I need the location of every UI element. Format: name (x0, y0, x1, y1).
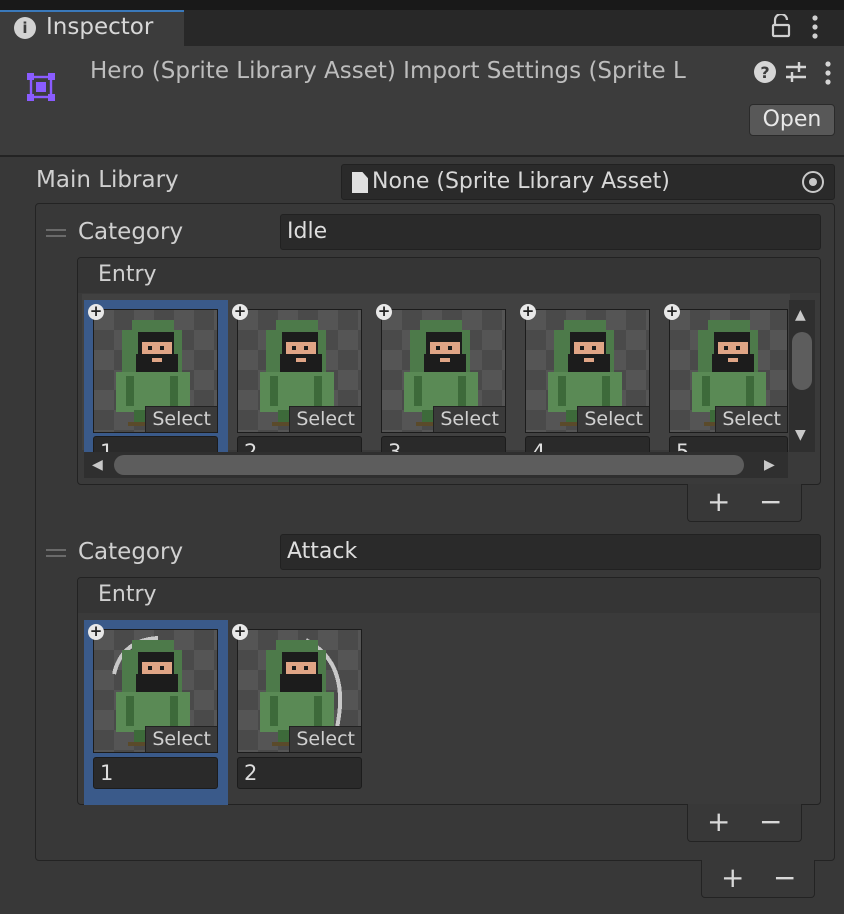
entry-header: Entry (78, 578, 820, 613)
category-label: Category (78, 539, 184, 565)
add-entry-button[interactable]: + (707, 808, 730, 836)
main-library-value: None (Sprite Library Asset) (372, 169, 670, 194)
category-label: Category (78, 219, 184, 245)
select-button[interactable]: Select (433, 406, 505, 432)
entry-header: Entry (78, 258, 820, 293)
entry-name-field[interactable]: 1 (93, 757, 218, 789)
scroll-right-arrow-icon[interactable]: ▶ (764, 457, 775, 473)
add-badge-icon[interactable]: + (232, 624, 248, 640)
entry-name-field[interactable]: 3 (381, 436, 506, 452)
entry-name-field[interactable]: 4 (525, 436, 650, 452)
tab-title: Inspector (46, 14, 154, 40)
header-menu-icon[interactable] (823, 60, 844, 86)
document-icon (352, 172, 368, 193)
entry-name-field[interactable]: 2 (237, 436, 362, 452)
select-button[interactable]: Select (577, 406, 649, 432)
entry-add-remove (687, 484, 802, 522)
category-name-field[interactable]: Attack (280, 534, 821, 570)
horizontal-scroll-thumb[interactable] (114, 455, 744, 475)
remove-entry-button[interactable]: − (759, 488, 782, 516)
sprite-thumbnail[interactable]: Select (93, 629, 218, 753)
select-button[interactable]: Select (715, 406, 787, 432)
select-button[interactable]: Select (145, 406, 217, 432)
info-icon: i (14, 17, 36, 39)
add-badge-icon[interactable]: + (232, 304, 248, 320)
entry-name-field[interactable]: 1 (93, 436, 218, 452)
main-library-label: Main Library (36, 167, 179, 193)
sprite-thumbnail[interactable]: Select (237, 309, 362, 433)
entry-name-field[interactable]: 2 (237, 757, 362, 789)
add-badge-icon[interactable]: + (88, 304, 104, 320)
lock-icon[interactable] (770, 12, 792, 43)
sprite-thumbnail[interactable]: Select (525, 309, 650, 433)
main-library-field[interactable]: None (Sprite Library Asset) (341, 164, 835, 200)
add-category-button[interactable]: + (721, 864, 744, 892)
add-badge-icon[interactable]: + (664, 304, 680, 320)
object-picker-icon[interactable] (802, 171, 824, 193)
remove-entry-button[interactable]: − (759, 808, 782, 836)
sprite-thumbnail[interactable]: Select (237, 629, 362, 753)
scroll-up-arrow-icon[interactable]: ▲ (795, 307, 806, 323)
entry-name-row: 1 2 3 4 5 (84, 436, 788, 452)
sprite-thumbnail[interactable]: Select (381, 309, 506, 433)
sprite-thumbnail[interactable]: Select (93, 309, 218, 433)
header-title: Hero (Sprite Library Asset) Import Setti… (90, 58, 686, 84)
select-button[interactable]: Select (289, 726, 361, 752)
add-badge-icon[interactable]: + (88, 624, 104, 640)
drag-handle-icon[interactable] (46, 549, 66, 557)
help-icon[interactable]: ? (753, 60, 779, 86)
scroll-left-arrow-icon[interactable]: ◀ (92, 457, 103, 473)
add-badge-icon[interactable]: + (520, 304, 536, 320)
scroll-down-arrow-icon[interactable]: ▼ (795, 427, 806, 443)
entry-name-field[interactable]: 5 (669, 436, 788, 452)
vertical-scroll-thumb[interactable] (792, 332, 812, 390)
select-button[interactable]: Select (289, 406, 361, 432)
drag-handle-icon[interactable] (46, 229, 66, 237)
sprite-thumbnail[interactable]: Select (669, 309, 788, 433)
open-button[interactable]: Open (749, 104, 835, 136)
category-name-field[interactable]: Idle (280, 214, 821, 250)
add-entry-button[interactable]: + (707, 488, 730, 516)
preset-sliders-icon[interactable] (784, 60, 810, 86)
svg-text:?: ? (760, 63, 769, 82)
kebab-menu-icon[interactable] (810, 14, 820, 45)
category-add-remove (701, 860, 815, 898)
remove-category-button[interactable]: − (773, 864, 796, 892)
entry-add-remove (687, 804, 802, 842)
add-badge-icon[interactable]: + (376, 304, 392, 320)
window-top-bar (0, 0, 844, 10)
select-button[interactable]: Select (145, 726, 217, 752)
sprite-library-asset-icon (26, 72, 56, 102)
